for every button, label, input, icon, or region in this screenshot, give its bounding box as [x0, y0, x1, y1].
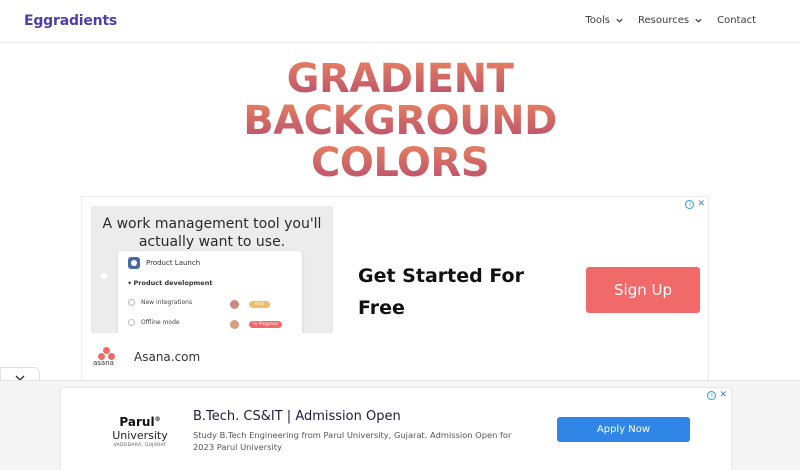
- ad-domain: Asana.com: [134, 350, 201, 364]
- info-icon[interactable]: i: [707, 391, 717, 400]
- ad-image-headline: A work management tool you'll actually w…: [102, 216, 322, 250]
- hero-line-2: BACKGROUND: [0, 100, 800, 142]
- check-icon: [128, 299, 135, 306]
- main-nav: Tools Resources Contact: [585, 15, 756, 26]
- asana-logo-word: asana: [93, 359, 114, 367]
- card-section-label: Product development: [133, 279, 213, 287]
- apply-now-button[interactable]: Apply Now: [557, 417, 690, 442]
- status-badge: In Progress: [249, 321, 282, 328]
- parul-logo[interactable]: Parul® University VADODARA, GUJARAT: [105, 413, 175, 449]
- page-title: GRADIENT BACKGROUND COLORS: [0, 58, 800, 184]
- avatar: [230, 300, 239, 309]
- sign-up-button[interactable]: Sign Up: [586, 267, 700, 313]
- card-row: Offline mode: [128, 319, 180, 326]
- nav-tools[interactable]: Tools: [585, 15, 624, 26]
- asana-logo-icon: asana: [93, 347, 120, 367]
- ad-choices[interactable]: i ✕: [707, 391, 727, 400]
- ad-advertiser[interactable]: asana Asana.com: [93, 347, 201, 367]
- chevron-down-icon: [695, 18, 702, 23]
- card-row-label: New integrations: [141, 299, 193, 306]
- asana-ad[interactable]: i ✕ A work management tool you'll actual…: [81, 196, 709, 381]
- ad-image[interactable]: A work management tool you'll actually w…: [91, 206, 333, 333]
- ad-description: Study B.Tech Engineering from Parul Univ…: [193, 430, 512, 452]
- site-logo[interactable]: Eggradients: [24, 13, 117, 29]
- product-card: Product Launch ▾ Product development New…: [118, 251, 302, 333]
- ad-cta-text[interactable]: Get Started For Free: [358, 260, 548, 324]
- nav-contact-label: Contact: [717, 15, 756, 26]
- status-badge: Risk: [249, 301, 270, 308]
- parul-logo-location: VADODARA, GUJARAT: [113, 443, 167, 448]
- decorative-dot: [101, 273, 107, 279]
- page: Eggradients Tools Resources Contact GRAD…: [0, 0, 800, 470]
- nav-resources[interactable]: Resources: [638, 15, 703, 26]
- close-icon[interactable]: ✕: [719, 391, 727, 400]
- project-icon: [128, 257, 140, 269]
- close-icon[interactable]: ✕: [697, 200, 705, 209]
- nav-contact[interactable]: Contact: [717, 15, 756, 26]
- parul-logo-name: Parul®: [119, 415, 161, 429]
- sticky-banner: i ✕ Parul® University VADODARA, GUJARAT …: [0, 380, 800, 470]
- check-icon: [128, 319, 135, 326]
- card-section: ▾ Product development: [128, 279, 213, 287]
- ad-title[interactable]: B.Tech. CS&IT | Admission Open: [193, 409, 401, 424]
- chevron-down-icon: [616, 18, 623, 23]
- hero-line-3: COLORS: [0, 142, 800, 184]
- card-title: Product Launch: [146, 259, 201, 267]
- nav-resources-label: Resources: [638, 15, 690, 26]
- site-header: Eggradients Tools Resources Contact: [0, 0, 800, 43]
- nav-tools-label: Tools: [585, 15, 611, 26]
- card-row: New integrations: [128, 299, 192, 306]
- ad-choices[interactable]: i ✕: [685, 200, 705, 209]
- avatar: [230, 320, 239, 329]
- parul-logo-university: University: [112, 429, 168, 442]
- info-icon[interactable]: i: [685, 200, 695, 209]
- hero-line-1: GRADIENT: [0, 58, 800, 100]
- card-row-label: Offline mode: [141, 319, 180, 326]
- parul-ad[interactable]: i ✕ Parul® University VADODARA, GUJARAT …: [60, 387, 732, 470]
